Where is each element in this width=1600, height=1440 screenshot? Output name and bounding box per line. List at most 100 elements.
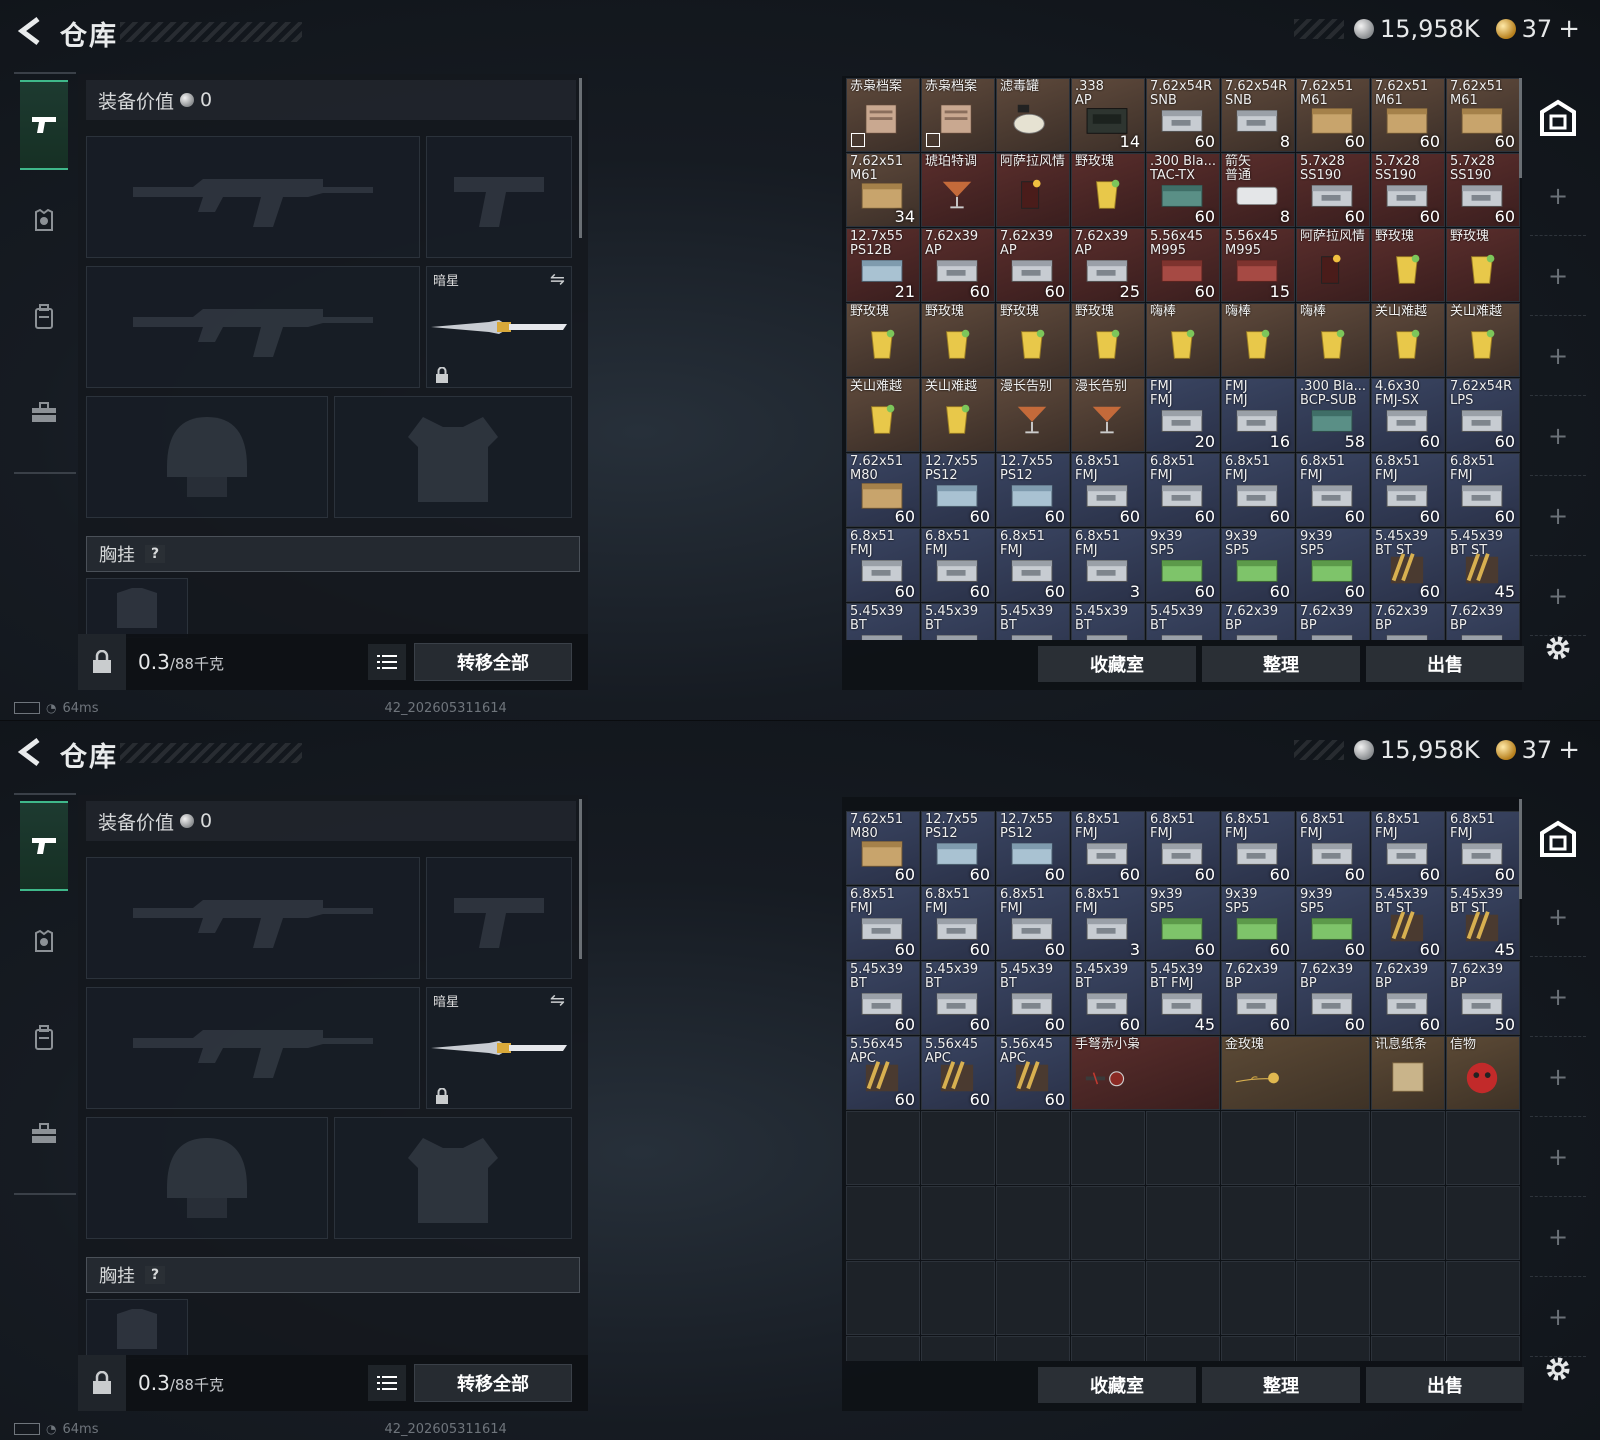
stash-item[interactable]: 7.62x39 AP 25 bbox=[1071, 228, 1145, 302]
collection-room-button[interactable]: 收藏室 bbox=[1038, 646, 1196, 682]
stash-item[interactable]: 7.62x39 BP bbox=[1296, 603, 1370, 640]
stash-item[interactable]: 7.62x39 AP 60 bbox=[996, 228, 1070, 302]
empty-slot[interactable] bbox=[1221, 1336, 1295, 1361]
stash-item[interactable]: 12.7x55 PS12 60 bbox=[921, 811, 995, 885]
empty-slot[interactable] bbox=[1296, 1111, 1370, 1185]
empty-slot[interactable] bbox=[846, 1336, 920, 1361]
list-view-button[interactable] bbox=[368, 644, 406, 680]
gear-icon[interactable] bbox=[1542, 1353, 1574, 1385]
nav-backpack[interactable] bbox=[20, 993, 68, 1083]
stash-item[interactable]: .300 Bla... BCP-SUB 58 bbox=[1296, 378, 1370, 452]
stash-item[interactable]: 5.45x39 BT FMJ 45 bbox=[1146, 961, 1220, 1035]
panel-scrollbar[interactable] bbox=[579, 799, 582, 959]
empty-slot[interactable] bbox=[1371, 1186, 1445, 1260]
add-tab-button[interactable]: + bbox=[1530, 236, 1586, 316]
stash-item[interactable]: 5.45x39 BT ST 60 bbox=[1371, 886, 1445, 960]
stash-item[interactable]: 9x39 SP5 60 bbox=[1296, 886, 1370, 960]
stash-item[interactable]: 6.8x51 FMJ 60 bbox=[1296, 811, 1370, 885]
stash-item[interactable]: 9x39 SP5 60 bbox=[1221, 528, 1295, 602]
stash-item[interactable]: 漫长告别 bbox=[996, 378, 1070, 452]
stash-item[interactable]: 7.62x51 M80 60 bbox=[846, 811, 920, 885]
empty-slot[interactable] bbox=[921, 1336, 995, 1361]
stash-item[interactable]: 5.45x39 BT bbox=[1146, 603, 1220, 640]
stash-item[interactable]: 野玫瑰 bbox=[1446, 228, 1520, 302]
empty-slot[interactable] bbox=[1071, 1336, 1145, 1361]
stash-item[interactable]: 7.62x54R SNB 8 bbox=[1221, 78, 1295, 152]
chest-rig-slot[interactable] bbox=[86, 1299, 188, 1359]
empty-slot[interactable] bbox=[921, 1261, 995, 1335]
stash-item[interactable]: 讯息纸条 bbox=[1371, 1036, 1445, 1110]
helmet-slot[interactable] bbox=[86, 1117, 328, 1239]
stash-item[interactable]: 7.62x39 BP bbox=[1371, 603, 1445, 640]
stash-item[interactable]: 嗨棒 bbox=[1296, 303, 1370, 377]
empty-slot[interactable] bbox=[1446, 1111, 1520, 1185]
nav-backpack[interactable] bbox=[20, 272, 68, 362]
empty-slot[interactable] bbox=[1221, 1261, 1295, 1335]
stash-item[interactable]: 阿萨拉风情 bbox=[996, 153, 1070, 227]
stash-item[interactable]: 5.7x28 SS190 60 bbox=[1371, 153, 1445, 227]
stash-item[interactable]: 6.8x51 FMJ 60 bbox=[1071, 811, 1145, 885]
stash-item[interactable]: 6.8x51 FMJ 60 bbox=[1221, 811, 1295, 885]
stash-item[interactable]: FMJ FMJ 20 bbox=[1146, 378, 1220, 452]
empty-slot[interactable] bbox=[846, 1111, 920, 1185]
stash-item[interactable]: 5.45x39 BT 60 bbox=[1071, 961, 1145, 1035]
stash-item[interactable]: 5.45x39 BT bbox=[921, 603, 995, 640]
stash-item[interactable]: 5.7x28 SS190 60 bbox=[1446, 153, 1520, 227]
stash-item[interactable]: 6.8x51 FMJ 60 bbox=[1221, 453, 1295, 527]
stash-item[interactable]: 6.8x51 FMJ 60 bbox=[1371, 811, 1445, 885]
empty-slot[interactable] bbox=[1446, 1186, 1520, 1260]
stash-item[interactable]: 7.62x39 BP 60 bbox=[1221, 961, 1295, 1035]
stash-item[interactable]: 滤毒罐 bbox=[996, 78, 1070, 152]
empty-slot[interactable] bbox=[1146, 1261, 1220, 1335]
empty-slot[interactable] bbox=[996, 1336, 1070, 1361]
add-tab-button[interactable]: + bbox=[1530, 556, 1586, 636]
empty-slot[interactable] bbox=[1071, 1261, 1145, 1335]
nav-weapons[interactable] bbox=[20, 80, 68, 170]
stash-item[interactable]: 5.45x39 BT 60 bbox=[846, 961, 920, 1035]
empty-slot[interactable] bbox=[1371, 1336, 1445, 1361]
add-tab-button[interactable]: + bbox=[1530, 1277, 1586, 1357]
stash-item[interactable]: 金玫瑰 bbox=[1221, 1036, 1370, 1110]
add-currency-button[interactable]: + bbox=[1558, 14, 1580, 44]
collection-room-button[interactable]: 收藏室 bbox=[1038, 1367, 1196, 1403]
empty-slot[interactable] bbox=[846, 1261, 920, 1335]
empty-slot[interactable] bbox=[1146, 1186, 1220, 1260]
stash-item[interactable]: 5.45x39 BT ST 45 bbox=[1446, 528, 1520, 602]
swap-icon[interactable]: ⇋ bbox=[550, 269, 565, 290]
empty-slot[interactable] bbox=[1371, 1111, 1445, 1185]
add-tab-button[interactable]: + bbox=[1530, 316, 1586, 396]
stash-item[interactable]: 7.62x51 M61 60 bbox=[1371, 78, 1445, 152]
stash-item[interactable]: 5.56x45 APC 60 bbox=[996, 1036, 1070, 1110]
empty-slot[interactable] bbox=[996, 1261, 1070, 1335]
stash-item[interactable]: 6.8x51 FMJ 60 bbox=[996, 528, 1070, 602]
stash-item[interactable]: 嗨棒 bbox=[1146, 303, 1220, 377]
stash-item[interactable]: 6.8x51 FMJ 3 bbox=[1071, 528, 1145, 602]
stash-item[interactable]: 7.62x39 BP 50 bbox=[1446, 961, 1520, 1035]
stash-item[interactable]: 12.7x55 PS12 60 bbox=[996, 811, 1070, 885]
secondary-weapon-slot[interactable] bbox=[86, 266, 420, 388]
nav-armor[interactable] bbox=[20, 176, 68, 266]
secondary-weapon-slot[interactable] bbox=[86, 987, 420, 1109]
stash-item[interactable]: 阿萨拉风情 bbox=[1296, 228, 1370, 302]
stash-item[interactable]: 箭矢 普通 8 bbox=[1221, 153, 1295, 227]
stash-item[interactable]: 7.62x39 BP bbox=[1221, 603, 1295, 640]
sell-button[interactable]: 出售 bbox=[1366, 646, 1524, 682]
add-tab-button[interactable]: + bbox=[1530, 396, 1586, 476]
stash-item[interactable]: 7.62x54R SNB 60 bbox=[1146, 78, 1220, 152]
stash-item[interactable]: 关山难越 bbox=[846, 378, 920, 452]
stash-item[interactable]: 嗨棒 bbox=[1221, 303, 1295, 377]
stash-item[interactable]: 赤枭档案 bbox=[921, 78, 995, 152]
swap-icon[interactable]: ⇋ bbox=[550, 990, 565, 1011]
stash-item[interactable]: 6.8x51 FMJ 60 bbox=[921, 528, 995, 602]
empty-slot[interactable] bbox=[996, 1111, 1070, 1185]
add-currency-button[interactable]: + bbox=[1558, 735, 1580, 765]
sort-button[interactable]: 整理 bbox=[1202, 1367, 1360, 1403]
stash-item[interactable]: 漫长告别 bbox=[1071, 378, 1145, 452]
stash-item[interactable]: 7.62x39 BP 60 bbox=[1371, 961, 1445, 1035]
stash-scrollbar[interactable] bbox=[1519, 799, 1522, 899]
stash-item[interactable]: 7.62x51 M80 60 bbox=[846, 453, 920, 527]
back-arrow-icon[interactable] bbox=[16, 16, 44, 46]
add-tab-button[interactable]: + bbox=[1530, 1197, 1586, 1277]
empty-slot[interactable] bbox=[1146, 1336, 1220, 1361]
stash-item[interactable]: 6.8x51 FMJ 60 bbox=[1071, 453, 1145, 527]
